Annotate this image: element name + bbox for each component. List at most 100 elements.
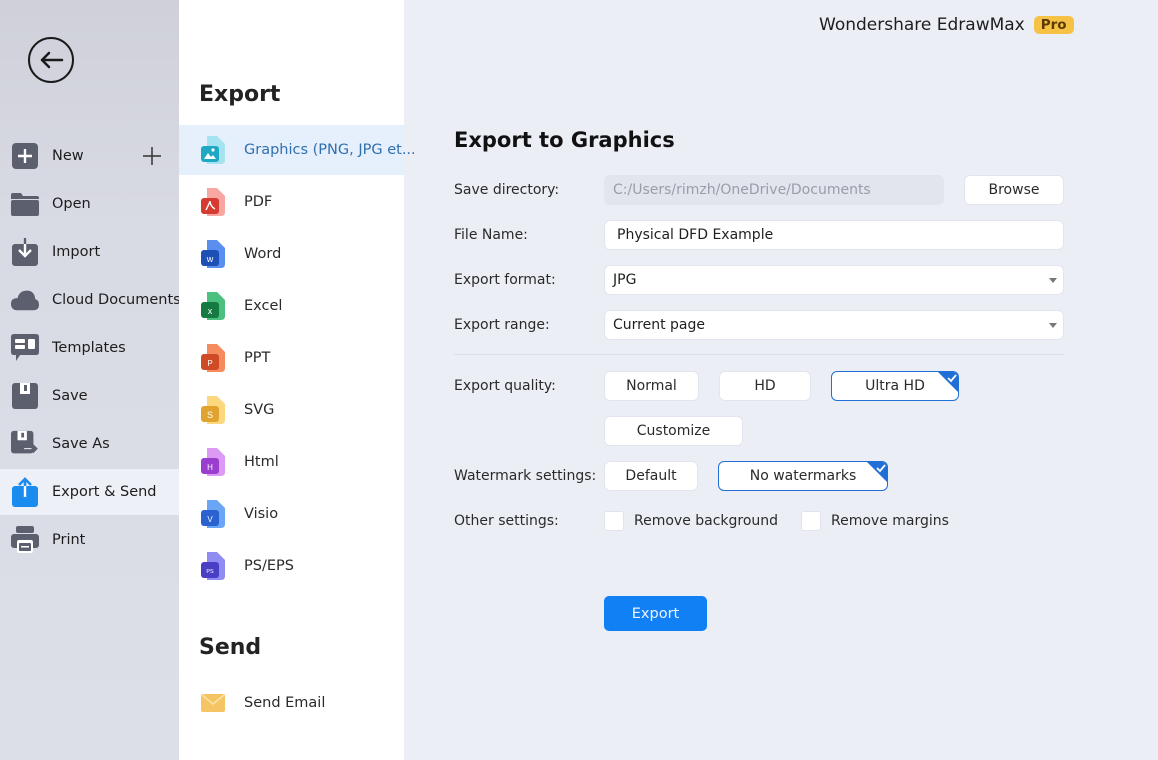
format-item-visio[interactable]: V Visio xyxy=(179,489,404,539)
other-settings-label: Other settings: xyxy=(454,513,559,529)
svg-text:V: V xyxy=(207,515,213,524)
nav-label: Print xyxy=(52,532,86,548)
html-file-icon: H xyxy=(201,448,225,476)
email-icon xyxy=(201,694,225,712)
visio-file-icon: V xyxy=(201,500,225,528)
watermark-label: Watermark settings: xyxy=(454,468,597,484)
cloud-icon xyxy=(11,286,39,314)
watermark-default-button[interactable]: Default xyxy=(604,461,698,491)
svg-file-icon: S xyxy=(201,396,225,424)
nav-label: Export & Send xyxy=(52,484,157,500)
format-label: SVG xyxy=(244,402,275,418)
remove-background-checkbox[interactable] xyxy=(604,511,624,531)
nav-label: Open xyxy=(52,196,91,212)
nav-item-save[interactable]: Save xyxy=(0,373,179,419)
save-icon xyxy=(11,382,39,410)
format-item-excel[interactable]: x Excel xyxy=(179,281,404,331)
nav-label: Save As xyxy=(52,436,110,452)
ppt-file-icon: P xyxy=(201,344,225,372)
export-format-panel: Export Graphics (PNG, JPG et... PDF w Wo… xyxy=(179,0,416,760)
nav-item-import[interactable]: Import xyxy=(0,229,179,275)
quality-customize-button[interactable]: Customize xyxy=(604,416,743,446)
export-section-title: Export xyxy=(199,82,281,107)
export-button[interactable]: Export xyxy=(604,596,707,631)
send-label: Send Email xyxy=(244,695,326,711)
brand-name: Wondershare EdrawMax xyxy=(819,15,1025,35)
file-name-label: File Name: xyxy=(454,227,528,243)
nav-item-export-send[interactable]: Export & Send xyxy=(0,469,179,515)
svg-text:P: P xyxy=(207,359,212,368)
save-directory-label: Save directory: xyxy=(454,182,560,198)
export-format-value: JPG xyxy=(613,272,637,288)
format-label: Excel xyxy=(244,298,283,314)
format-item-html[interactable]: H Html xyxy=(179,437,404,487)
plus-square-icon xyxy=(11,142,39,170)
export-quality-label: Export quality: xyxy=(454,378,556,394)
export-range-select[interactable]: Current page xyxy=(604,310,1064,340)
export-range-value: Current page xyxy=(613,317,705,333)
nav-item-cloud-documents[interactable]: Cloud Documents xyxy=(0,277,181,323)
file-name-input[interactable]: Physical DFD Example xyxy=(604,220,1064,250)
send-item-email[interactable]: Send Email xyxy=(179,678,404,728)
excel-file-icon: x xyxy=(201,292,225,320)
format-label: PDF xyxy=(244,194,273,210)
svg-text:S: S xyxy=(207,410,213,420)
format-item-svg[interactable]: S SVG xyxy=(179,385,404,435)
pdf-file-icon xyxy=(201,188,225,216)
format-label: Graphics (PNG, JPG et... xyxy=(244,142,416,158)
save-as-icon xyxy=(11,430,39,458)
nav-label: Import xyxy=(52,244,101,260)
form-title: Export to Graphics xyxy=(454,128,675,152)
quality-ultra-hd-label: Ultra HD xyxy=(865,378,925,394)
format-label: PPT xyxy=(244,350,271,366)
nav-item-print[interactable]: Print xyxy=(0,517,179,563)
divider xyxy=(454,354,1064,355)
export-format-label: Export format: xyxy=(454,272,556,288)
selected-check-icon xyxy=(938,372,958,392)
image-file-icon xyxy=(201,136,225,164)
format-item-word[interactable]: w Word xyxy=(179,229,404,279)
format-label: Visio xyxy=(244,506,279,522)
format-item-ps-eps[interactable]: PS PS/EPS xyxy=(179,541,404,591)
nav-label: Templates xyxy=(52,340,126,356)
templates-icon xyxy=(11,334,39,362)
svg-text:w: w xyxy=(206,254,214,264)
ps-file-icon: PS xyxy=(201,552,225,580)
format-item-ppt[interactable]: P PPT xyxy=(179,333,404,383)
watermark-none-label: No watermarks xyxy=(749,468,857,484)
export-format-select[interactable]: JPG xyxy=(604,265,1064,295)
save-directory-field: C:/Users/rimzh/OneDrive/Documents xyxy=(604,175,944,205)
send-section-title: Send xyxy=(199,635,262,660)
export-icon xyxy=(11,477,39,507)
back-button[interactable] xyxy=(28,37,74,83)
nav-label: Save xyxy=(52,388,88,404)
export-range-label: Export range: xyxy=(454,317,550,333)
format-label: Word xyxy=(244,246,282,262)
quality-normal-button[interactable]: Normal xyxy=(604,371,699,401)
back-arrow-icon xyxy=(40,51,64,69)
remove-background-label: Remove background xyxy=(634,513,779,529)
import-icon xyxy=(11,238,39,266)
word-file-icon: w xyxy=(201,240,225,268)
nav-item-open[interactable]: Open xyxy=(0,181,179,227)
svg-text:H: H xyxy=(207,463,213,472)
quality-ultra-hd-button[interactable]: Ultra HD xyxy=(831,371,959,401)
folder-icon xyxy=(11,190,39,218)
format-item-graphics[interactable]: Graphics (PNG, JPG et... xyxy=(179,125,416,175)
browse-button[interactable]: Browse xyxy=(964,175,1064,205)
nav-item-save-as[interactable]: Save As xyxy=(0,421,179,467)
add-new-icon[interactable] xyxy=(142,146,162,166)
format-item-pdf[interactable]: PDF xyxy=(179,177,404,227)
remove-margins-checkbox[interactable] xyxy=(801,511,821,531)
nav-item-new[interactable]: New xyxy=(0,133,179,179)
left-nav: New Open Import Cloud Documents Template… xyxy=(0,0,181,760)
pro-badge: Pro xyxy=(1033,16,1074,34)
watermark-none-button[interactable]: No watermarks xyxy=(718,461,888,491)
chevron-down-icon xyxy=(1049,278,1057,283)
svg-text:PS: PS xyxy=(206,569,214,575)
selected-check-icon xyxy=(867,462,887,482)
nav-item-templates[interactable]: Templates xyxy=(0,325,179,371)
remove-margins-label: Remove margins xyxy=(831,513,949,529)
quality-hd-button[interactable]: HD xyxy=(719,371,811,401)
svg-text:x: x xyxy=(208,306,213,316)
